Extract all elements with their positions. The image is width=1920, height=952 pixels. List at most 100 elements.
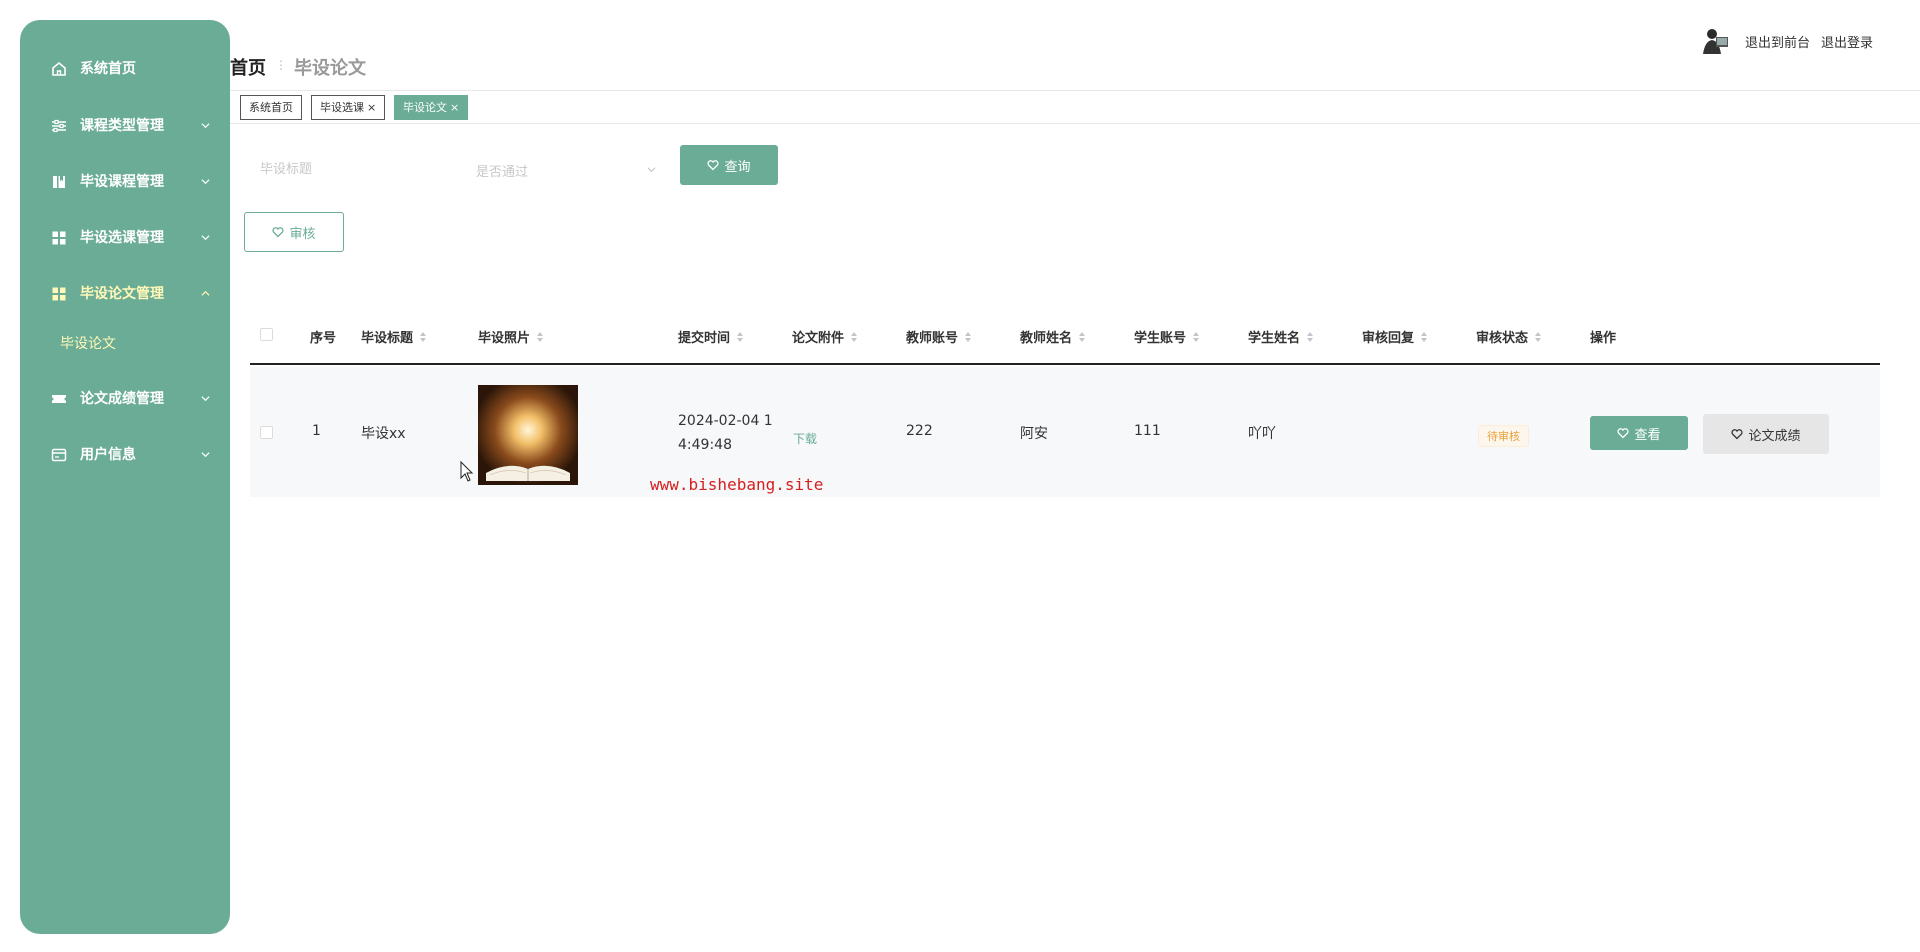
sidebar-item-thesis[interactable]: 毕设论文管理 [20,274,230,314]
card-icon [51,448,67,462]
download-link[interactable]: 下载 [793,430,817,447]
column-header-photo[interactable]: 毕设照片 [478,327,544,346]
thesis-grade-button[interactable]: 论文成绩 [1703,414,1829,454]
chevron-down-icon [647,167,656,173]
select-all-checkbox[interactable] [260,328,273,341]
cell-submit-time-line2: 4:49:48 [678,437,732,453]
sidebar-item-label: 论文成绩管理 [80,391,164,407]
sidebar-item-grade[interactable]: 论文成绩管理 [20,379,230,419]
sidebar-item-course[interactable]: 毕设课程管理 [20,162,230,202]
pass-status-select[interactable]: 是否通过 [466,149,666,189]
tag-label: 系统首页 [249,101,293,114]
sort-icon[interactable] [1420,331,1428,343]
sort-icon[interactable] [964,331,972,343]
heart-icon [272,227,285,238]
sidebar-item-home[interactable]: 系统首页 [20,49,230,89]
column-header-review-reply[interactable]: 审核回复 [1362,327,1428,346]
sort-icon[interactable] [1534,331,1542,343]
review-button[interactable]: 审核 [244,212,344,252]
column-header-index: 序号 [310,331,337,346]
breadcrumb-separator: ⋮ [275,58,287,72]
cell-submit-time-line1: 2024-02-04 1 [678,413,773,429]
column-header-submit-time[interactable]: 提交时间 [678,327,744,346]
chevron-up-icon [201,290,210,296]
column-header-title[interactable]: 毕设标题 [361,327,427,346]
thesis-table: 序号 毕设标题 毕设照片 提交时间 论文附件 教师账号 教师姓名 学生账号 学生… [250,307,1880,497]
heart-icon [1617,428,1630,439]
chevron-down-icon [201,452,210,458]
cell-student-account: 111 [1134,423,1161,439]
chevron-down-icon [201,235,210,241]
column-header-teacher-name[interactable]: 教师姓名 [1020,327,1086,346]
sliders-icon [52,119,66,133]
cell-teacher-name: 阿安 [1020,426,1048,442]
logout-link[interactable]: 退出登录 [1821,32,1873,51]
avatar[interactable] [1700,24,1732,56]
breadcrumb-home[interactable]: 首页 [230,54,266,80]
sidebar-item-label: 毕设选课管理 [80,230,164,246]
view-button-label: 查看 [1634,427,1661,443]
sidebar-item-label: 毕设论文管理 [80,286,164,302]
chevron-down-icon [201,123,210,129]
column-header-student-account[interactable]: 学生账号 [1134,327,1200,346]
sidebar-item-selection[interactable]: 毕设选课管理 [20,218,230,258]
sort-icon[interactable] [419,331,427,343]
watermark: www.bishebang.site [650,475,824,494]
main-content: 是否通过 查询 审核 序号 毕设标题 毕设照片 提交时间 论文附件 教师账号 教… [230,125,1920,952]
column-header-student-name[interactable]: 学生姓名 [1248,327,1314,346]
ticket-icon [52,395,66,403]
sidebar-item-user[interactable]: 用户信息 [20,435,230,475]
header: 首页 ⋮ 毕设论文 退出到前台 退出登录 [230,0,1920,90]
sort-icon[interactable] [1078,331,1086,343]
view-button[interactable]: 查看 [1590,416,1688,450]
row-checkbox[interactable] [260,426,273,439]
column-header-teacher-account[interactable]: 教师账号 [906,327,972,346]
sidebar-item-label: 系统首页 [80,61,136,77]
thesis-grade-button-label: 论文成绩 [1748,428,1801,444]
tag-home[interactable]: 系统首页 [240,95,302,120]
tag-bar: 系统首页 毕设选课 × 毕设论文 × [230,90,1920,124]
query-button[interactable]: 查询 [680,145,778,185]
sidebar-item-label: 毕设课程管理 [80,174,164,190]
cell-student-name: 吖吖 [1248,426,1276,442]
sort-icon[interactable] [1192,331,1200,343]
breadcrumb-current: 毕设论文 [294,58,366,79]
table-row: 1 毕设xx 2024-02-04 1 4:49:48 下载 222 阿安 11… [250,367,1880,497]
sort-icon[interactable] [850,331,858,343]
tag-thesis[interactable]: 毕设论文 × [394,95,469,120]
cell-title: 毕设xx [361,426,406,442]
home-icon [52,61,66,76]
status-badge: 待审核 [1478,425,1529,447]
cell-index: 1 [312,423,321,439]
thesis-title-input[interactable] [250,149,450,189]
close-icon[interactable]: × [367,101,376,114]
heart-icon [1731,429,1744,440]
heart-icon [707,160,720,171]
query-button-label: 查询 [724,159,751,175]
sidebar-item-label: 用户信息 [80,447,136,463]
sort-icon[interactable] [1306,331,1314,343]
table-header: 序号 毕设标题 毕设照片 提交时间 论文附件 教师账号 教师姓名 学生账号 学生… [250,307,1880,365]
sort-icon[interactable] [736,331,744,343]
exit-to-frontend-link[interactable]: 退出到前台 [1745,32,1810,51]
sidebar: 系统首页 课程类型管理 毕设课程管理 毕设选课管理 毕设论文管理 毕设论文 论文… [20,20,230,934]
chevron-down-icon [201,179,210,185]
thesis-photo[interactable] [478,385,578,485]
sidebar-subitem-thesis[interactable]: 毕设论文 [20,326,230,362]
mouse-cursor-icon [460,461,474,482]
column-header-review-status[interactable]: 审核状态 [1476,327,1542,346]
close-icon[interactable]: × [450,101,459,114]
sidebar-item-course-type[interactable]: 课程类型管理 [20,106,230,146]
sidebar-item-label: 课程类型管理 [80,118,164,134]
cell-teacher-account: 222 [906,423,933,439]
sidebar-subitem-label: 毕设论文 [60,336,116,352]
grid-icon [52,231,66,245]
column-header-actions: 操作 [1590,331,1617,346]
review-button-label: 审核 [289,226,316,242]
tag-selection[interactable]: 毕设选课 × [311,95,386,120]
sort-icon[interactable] [536,331,544,343]
column-header-attachment[interactable]: 论文附件 [792,327,858,346]
chevron-down-icon [201,396,210,402]
tag-label: 毕设选课 [320,101,364,114]
book-icon [53,176,65,188]
